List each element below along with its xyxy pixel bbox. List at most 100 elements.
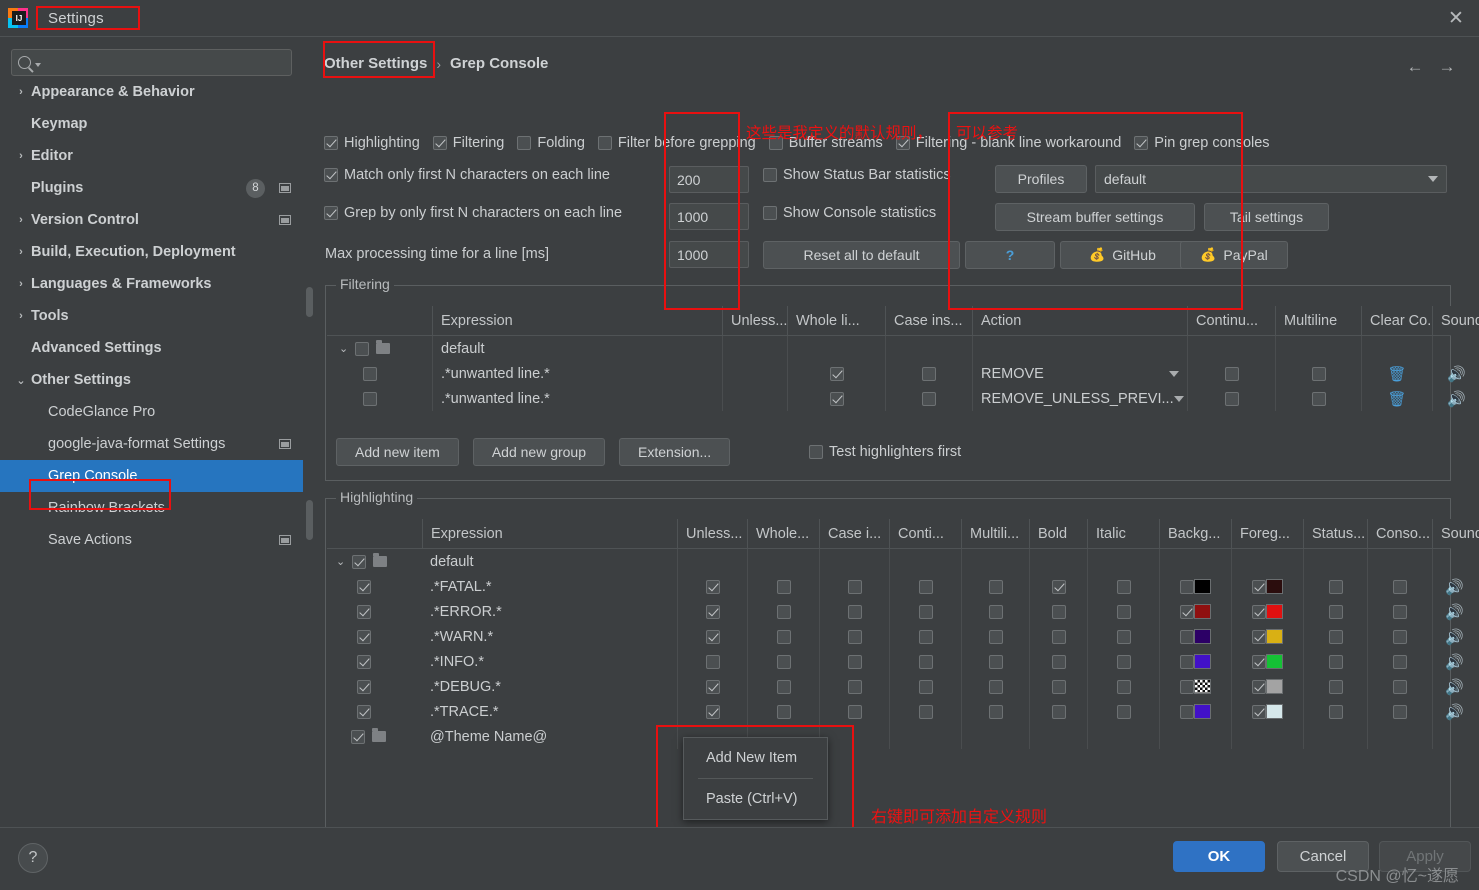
highlight-row-continue-checkbox[interactable] <box>918 579 933 594</box>
highlight-row-sound[interactable]: 🔊 <box>1432 599 1479 624</box>
context-menu-item-addnewitem[interactable]: Add New Item <box>684 738 827 778</box>
filter-row-enable-checkbox[interactable] <box>355 341 370 356</box>
foreground-color-swatch[interactable] <box>1266 704 1283 719</box>
sidebar-item-tools[interactable]: › Tools <box>0 300 303 332</box>
foreground-color-swatch[interactable] <box>1266 654 1283 669</box>
filter-row-case-insensitive-checkbox[interactable] <box>922 391 936 406</box>
trash-icon[interactable]: 🗑 <box>1387 390 1406 408</box>
highlight-row-sound[interactable] <box>1432 724 1479 749</box>
highlight-row-italic-checkbox[interactable] <box>1116 579 1131 594</box>
highlight-column-backg[interactable]: Backg... <box>1159 518 1231 549</box>
highlight-row-foreground[interactable] <box>1231 574 1303 599</box>
highlight-row-expression[interactable]: .*FATAL.* <box>422 574 677 599</box>
highlight-row-expression[interactable]: .*DEBUG.* <box>422 674 677 699</box>
stream-buffer-settings-button[interactable]: Stream buffer settings <box>995 203 1195 231</box>
filter-row-multiline-checkbox[interactable] <box>1311 391 1326 406</box>
highlight-row-continue-checkbox[interactable] <box>918 629 933 644</box>
filter-column-wholeli[interactable]: Whole li... <box>787 305 885 336</box>
highlight-row-background-checkbox[interactable] <box>1180 654 1194 669</box>
filter-button-addnewitem[interactable]: Add new item <box>336 438 459 466</box>
highlight-row-sound[interactable]: 🔊 <box>1432 649 1479 674</box>
profile-select[interactable]: default <box>1095 165 1447 193</box>
highlight-row-bold-checkbox[interactable] <box>1051 679 1066 694</box>
filter-row-expression[interactable]: .*unwanted line.* <box>432 361 722 386</box>
help-icon-button[interactable]: ? <box>965 241 1055 269</box>
table-row[interactable]: .*ERROR.* 🔊 <box>327 599 1464 624</box>
highlight-row-foreground[interactable] <box>1231 599 1303 624</box>
paypal-button[interactable]: 💰 PayPal <box>1180 241 1288 269</box>
highlight-row-whole-line-checkbox[interactable] <box>776 604 791 619</box>
highlight-row-enable-checkbox[interactable] <box>351 729 365 744</box>
highlight-row-continue-checkbox[interactable] <box>918 604 933 619</box>
highlight-row-status-bar-checkbox[interactable] <box>1328 629 1343 644</box>
breadcrumb-parent[interactable]: Other Settings <box>324 55 427 72</box>
highlight-row-bold-checkbox[interactable] <box>1051 629 1066 644</box>
chevron-down-icon[interactable] <box>1169 370 1179 377</box>
filter-column-unless[interactable]: Unless... <box>722 305 787 336</box>
sidebar-item-plugins[interactable]: Plugins 8 <box>0 172 303 204</box>
highlight-row-background[interactable] <box>1159 724 1231 749</box>
table-row[interactable]: .*unwanted line.* REMOVE 🗑 🔊 <box>327 361 1466 386</box>
highlight-row-continue-checkbox[interactable] <box>918 654 933 669</box>
highlight-row-status-bar-checkbox[interactable] <box>1328 654 1343 669</box>
table-row[interactable]: .*DEBUG.* 🔊 <box>327 674 1464 699</box>
filter-row-clear-console[interactable]: 🗑 <box>1361 361 1432 386</box>
speaker-icon[interactable]: 🔊 <box>1447 390 1466 408</box>
sidebar-item-codeglance-pro[interactable]: CodeGlance Pro <box>0 396 303 428</box>
highlight-row-unless-checkbox[interactable] <box>705 679 720 694</box>
highlight-row-sound[interactable]: 🔊 <box>1432 674 1479 699</box>
highlight-row-expression[interactable]: .*ERROR.* <box>422 599 677 624</box>
filter-row-clear-console[interactable] <box>1361 336 1432 361</box>
highlight-row-whole-line-checkbox[interactable] <box>776 629 791 644</box>
highlight-row-foreground[interactable] <box>1231 649 1303 674</box>
highlight-row-sound[interactable]: 🔊 <box>1432 574 1479 599</box>
sidebar-item-languages-frameworks[interactable]: › Languages & Frameworks <box>0 268 303 300</box>
checkbox-pin-grep-consoles[interactable] <box>1134 136 1149 150</box>
highlight-row-whole-line-checkbox[interactable] <box>776 679 791 694</box>
highlight-row-bold-checkbox[interactable] <box>1051 704 1066 719</box>
highlight-row-enable-checkbox[interactable] <box>357 679 371 694</box>
highlight-row-background[interactable] <box>1159 574 1231 599</box>
highlight-row-case-insensitive-checkbox[interactable] <box>847 629 862 644</box>
highlight-row-enable-checkbox[interactable] <box>357 629 371 644</box>
highlight-row-case-insensitive-checkbox[interactable] <box>847 604 862 619</box>
show-console-stats-checkbox[interactable] <box>763 206 777 220</box>
help-icon[interactable]: ? <box>18 843 48 873</box>
highlight-row-background[interactable] <box>1159 599 1231 624</box>
highlight-row-italic-checkbox[interactable] <box>1116 704 1131 719</box>
table-row[interactable]: .*FATAL.* 🔊 <box>327 574 1464 599</box>
background-color-swatch[interactable] <box>1194 629 1211 644</box>
nav-forward-icon[interactable]: → <box>1435 57 1459 77</box>
match-first-n-checkbox[interactable] <box>324 168 338 182</box>
speaker-icon[interactable]: 🔊 <box>1445 653 1464 671</box>
sidebar-item-save-actions[interactable]: Save Actions <box>0 524 303 556</box>
background-color-swatch[interactable] <box>1194 679 1211 694</box>
checkbox-folding[interactable] <box>517 136 532 150</box>
highlight-row-foreground-checkbox[interactable] <box>1252 579 1266 594</box>
filter-row-whole-line-checkbox[interactable] <box>829 391 844 406</box>
highlight-row-bold-checkbox[interactable] <box>1051 604 1066 619</box>
highlight-row-whole-line-checkbox[interactable] <box>776 654 791 669</box>
background-color-swatch[interactable] <box>1194 579 1211 594</box>
highlight-row-unless-checkbox[interactable] <box>705 704 720 719</box>
highlight-row-console-checkbox[interactable] <box>1393 704 1407 719</box>
filter-row-clear-console[interactable]: 🗑 <box>1361 386 1432 411</box>
highlight-row-status-bar-checkbox[interactable] <box>1328 704 1343 719</box>
highlight-row-foreground[interactable] <box>1231 549 1303 574</box>
match-first-n-input[interactable]: 200 <box>669 166 749 193</box>
reset-all-button[interactable]: Reset all to default <box>763 241 960 269</box>
sidebar-item-keymap[interactable]: Keymap <box>0 108 303 140</box>
highlight-row-sound[interactable]: 🔊 <box>1432 699 1479 724</box>
filter-row-expression[interactable]: .*unwanted line.* <box>432 386 722 411</box>
grep-first-n-checkbox[interactable] <box>324 206 338 220</box>
nav-back-icon[interactable]: ← <box>1403 57 1427 77</box>
filter-row-sound[interactable] <box>1432 336 1479 361</box>
highlight-column-status[interactable]: Status... <box>1303 518 1367 549</box>
highlight-column-italic[interactable]: Italic <box>1087 518 1159 549</box>
table-row[interactable]: .*WARN.* 🔊 <box>327 624 1464 649</box>
highlight-row-background-checkbox[interactable] <box>1180 604 1194 619</box>
filter-row-multiline-checkbox[interactable] <box>1311 366 1326 381</box>
filter-column-sound[interactable]: Sound <box>1432 305 1479 336</box>
highlight-row-enable-checkbox[interactable] <box>357 604 371 619</box>
highlight-row-foreground[interactable] <box>1231 624 1303 649</box>
